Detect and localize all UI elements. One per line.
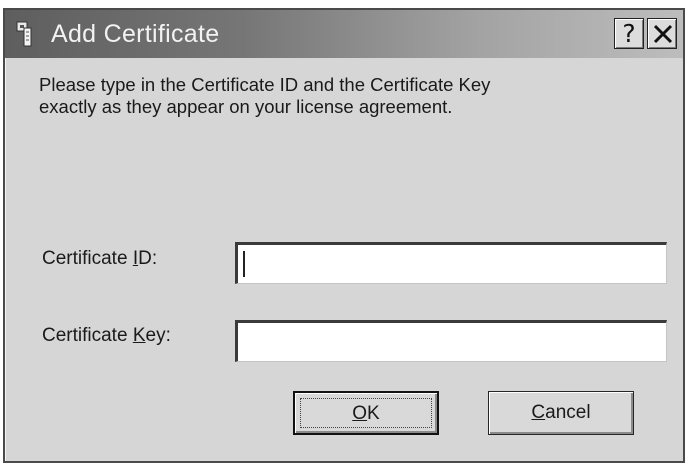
cancel-button-accel: C xyxy=(531,402,546,423)
certificate-key-label-tail: ey: xyxy=(145,325,171,346)
help-button[interactable]: ? xyxy=(614,18,644,49)
certificate-id-label: Certificate ID: xyxy=(42,248,157,270)
certificate-key-label-accel: K xyxy=(132,325,146,346)
certificate-app-icon xyxy=(15,20,41,48)
certificate-id-label-text: Certificate xyxy=(42,248,133,269)
focus-ring xyxy=(300,398,432,428)
instructions-text: Please type in the Certificate ID and th… xyxy=(39,74,491,117)
window-title: Add Certificate xyxy=(51,20,220,48)
cancel-button[interactable]: Cancel xyxy=(488,391,634,435)
certificate-key-label: Certificate Key: xyxy=(42,325,171,347)
certificate-key-input[interactable] xyxy=(235,320,667,362)
ok-button[interactable]: OK xyxy=(293,391,439,435)
certificate-key-label-text: Certificate xyxy=(42,325,133,346)
help-icon: ? xyxy=(622,19,636,48)
certificate-id-label-tail: D: xyxy=(138,248,158,269)
close-button[interactable] xyxy=(647,18,677,49)
add-certificate-dialog: Add Certificate ? Please type in the Cer… xyxy=(3,8,685,463)
certificate-id-input[interactable] xyxy=(235,242,667,284)
text-caret xyxy=(243,251,245,277)
close-icon xyxy=(653,24,673,44)
title-bar[interactable]: Add Certificate ? xyxy=(5,10,683,58)
cancel-button-label: ancel xyxy=(545,402,591,423)
